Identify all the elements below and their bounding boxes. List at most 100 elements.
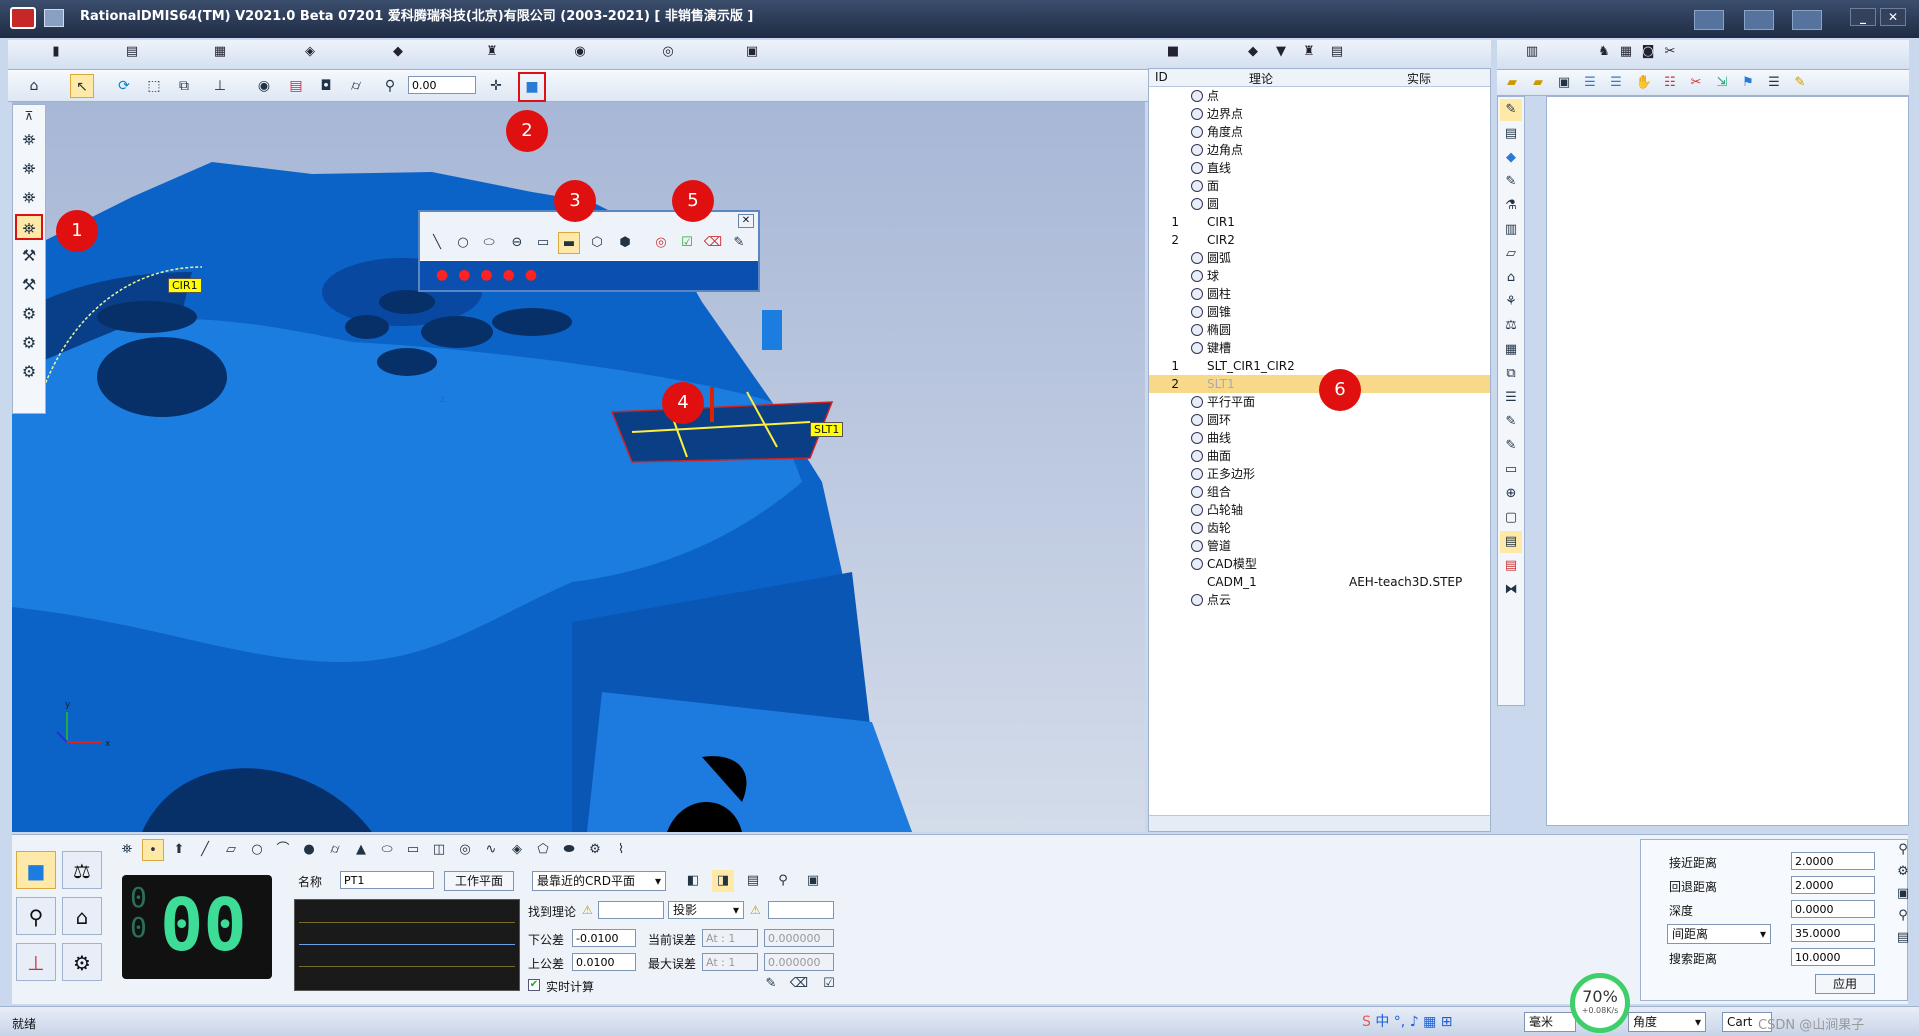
- approach-input[interactable]: [1791, 852, 1875, 870]
- circle-tool-icon[interactable]: ○: [452, 232, 474, 254]
- realtime-checkbox[interactable]: ✔: [528, 979, 540, 991]
- tree-row[interactable]: 1 SLT_CIR1_CIR2: [1149, 357, 1490, 375]
- ime-punct-icon[interactable]: °,: [1394, 1014, 1405, 1030]
- list-red-icon[interactable]: ☷: [1659, 72, 1681, 94]
- rt-icon-10[interactable]: ⚖: [1500, 315, 1522, 337]
- eraser-tool-icon[interactable]: ⌫: [702, 232, 724, 254]
- feat-pipe-icon[interactable]: ⌇: [610, 839, 632, 861]
- plane-tool-icon-3[interactable]: ▤: [742, 870, 764, 892]
- rt-icon-7[interactable]: ▱: [1500, 243, 1522, 265]
- tree-row[interactable]: 边界点: [1149, 105, 1490, 123]
- tree-row[interactable]: 1 CIR1: [1149, 213, 1490, 231]
- tree-header-id[interactable]: ID: [1155, 70, 1168, 84]
- tree-row[interactable]: 圆锥: [1149, 303, 1490, 321]
- tab-icon-5[interactable]: ◆: [370, 44, 426, 66]
- tree-tab-chart[interactable]: ♜: [1294, 44, 1324, 66]
- settings-icon-3[interactable]: ▣: [1892, 883, 1914, 905]
- ellipse-tool-icon[interactable]: ⬭: [478, 232, 500, 254]
- tab-icon-6[interactable]: ♜: [464, 44, 520, 66]
- work-plane-button[interactable]: 工作平面: [444, 871, 514, 891]
- plane-tool-icon-5[interactable]: ▣: [802, 870, 824, 892]
- camera-icon[interactable]: ◘: [314, 74, 338, 98]
- tree-row[interactable]: 2 CIR2: [1149, 231, 1490, 249]
- feat-polygon-icon[interactable]: ⬠: [532, 839, 554, 861]
- save-icon[interactable]: ▣: [1553, 72, 1575, 94]
- rt-icon-11[interactable]: ▦: [1500, 339, 1522, 361]
- feat-plane-icon[interactable]: ▱: [220, 839, 242, 861]
- tree-row[interactable]: 边角点: [1149, 141, 1490, 159]
- probe-tool-icon-6[interactable]: ⚒: [15, 272, 43, 298]
- settings-icon-4[interactable]: ⚲: [1892, 905, 1914, 927]
- feat-arc-icon[interactable]: ⌒: [272, 839, 294, 861]
- mode-button-2[interactable]: ⚖: [62, 851, 102, 889]
- slot-selected-tool-icon[interactable]: ▬: [558, 232, 580, 254]
- feat-cylinder-icon[interactable]: ⌭: [324, 839, 346, 861]
- feat-probe-icon[interactable]: ⛯: [116, 839, 138, 861]
- probe-tool-icon-5[interactable]: ⚒: [15, 243, 43, 269]
- feat-cam-icon[interactable]: ⬬: [558, 839, 580, 861]
- app-menu-icon[interactable]: [44, 9, 64, 27]
- cut-icon[interactable]: ✂: [1685, 72, 1707, 94]
- unit-select[interactable]: 毫米: [1524, 1012, 1576, 1032]
- tree-row[interactable]: 管道: [1149, 537, 1490, 555]
- tree-row[interactable]: 键槽: [1149, 339, 1490, 357]
- tab-icon-7[interactable]: ◉: [552, 44, 608, 66]
- spacing-select[interactable]: 间距离 ▾: [1667, 924, 1771, 944]
- rt-icon-3[interactable]: ◆: [1500, 147, 1522, 169]
- tree-row[interactable]: 点云: [1149, 591, 1490, 609]
- feat-cone-icon[interactable]: ▲: [350, 839, 372, 861]
- feat-ellipse-icon[interactable]: ⬭: [376, 839, 398, 861]
- tree-row[interactable]: 面: [1149, 177, 1490, 195]
- probe-tool-icon-2[interactable]: ⛯: [15, 156, 43, 182]
- apply-button[interactable]: 应用: [1815, 974, 1875, 994]
- probe-tool-icon-8[interactable]: ⚙: [15, 330, 43, 356]
- current-err-value-input[interactable]: [764, 929, 834, 947]
- probe-tool-icon-7[interactable]: ⚙: [15, 301, 43, 327]
- tab-icon-4[interactable]: ◈: [282, 44, 338, 66]
- plane-tool-icon-1[interactable]: ◧: [682, 870, 704, 892]
- rt-icon-4[interactable]: ✎: [1500, 171, 1522, 193]
- rt-icon-1[interactable]: ✎: [1500, 99, 1522, 121]
- zoom-fit-icon[interactable]: ⬚: [142, 74, 166, 98]
- rt-icon-17[interactable]: ⊕: [1500, 483, 1522, 505]
- tab-icon-9[interactable]: ▣: [724, 44, 780, 66]
- probe-tool-icon-1[interactable]: ⛯: [15, 127, 43, 153]
- confirm-check-icon[interactable]: ☑: [818, 973, 840, 995]
- layout-icon-2[interactable]: [1744, 10, 1774, 30]
- import-icon[interactable]: ⇲: [1711, 72, 1733, 94]
- rt-icon-9[interactable]: ⚘: [1500, 291, 1522, 313]
- mode-button-1[interactable]: ■: [16, 851, 56, 889]
- color-map-icon[interactable]: ▤: [284, 74, 308, 98]
- rt-icon-15[interactable]: ✎: [1500, 435, 1522, 457]
- slt1-label[interactable]: SLT1: [810, 422, 844, 437]
- rt-icon-14[interactable]: ✎: [1500, 411, 1522, 433]
- tree-row[interactable]: 曲线: [1149, 429, 1490, 447]
- toolbar-value-input[interactable]: [408, 76, 476, 94]
- home-icon[interactable]: ⌂: [22, 74, 46, 98]
- settings-icon-5[interactable]: ▤: [1892, 927, 1914, 949]
- ime-mic-icon[interactable]: ♪: [1410, 1014, 1419, 1030]
- ime-keyboard-icon[interactable]: ▦: [1423, 1014, 1436, 1030]
- cylinder-icon[interactable]: ⌭: [344, 74, 368, 98]
- minimize-button[interactable]: _: [1850, 8, 1876, 26]
- spacing-input[interactable]: [1791, 924, 1875, 942]
- tree-row[interactable]: 正多边形: [1149, 465, 1490, 483]
- tree-tab-filter[interactable]: ▼: [1266, 44, 1296, 66]
- lower-tol-input[interactable]: [572, 929, 636, 947]
- rt-icon-13[interactable]: ☰: [1500, 387, 1522, 409]
- projection-select[interactable]: 投影 ▾: [668, 901, 744, 919]
- mode-button-3[interactable]: ⚲: [16, 897, 56, 935]
- tree-tab-shape[interactable]: ◆: [1238, 44, 1268, 66]
- edit-tool-icon[interactable]: ✎: [728, 232, 750, 254]
- ime-grid-icon[interactable]: ⊞: [1441, 1014, 1453, 1030]
- tree-row[interactable]: 组合: [1149, 483, 1490, 501]
- list-icon[interactable]: ☰: [1763, 72, 1785, 94]
- find-nominal-input[interactable]: [598, 901, 664, 919]
- rt-icon-16[interactable]: ▭: [1500, 459, 1522, 481]
- probe-tool-icon-3[interactable]: ⛯: [15, 185, 43, 211]
- projection-input[interactable]: [768, 901, 834, 919]
- feat-parallel-icon[interactable]: ◫: [428, 839, 450, 861]
- rt-icon-20[interactable]: ▤: [1500, 555, 1522, 577]
- probe-icon[interactable]: ⚲: [378, 74, 402, 98]
- layers-icon[interactable]: ⧉: [172, 74, 196, 98]
